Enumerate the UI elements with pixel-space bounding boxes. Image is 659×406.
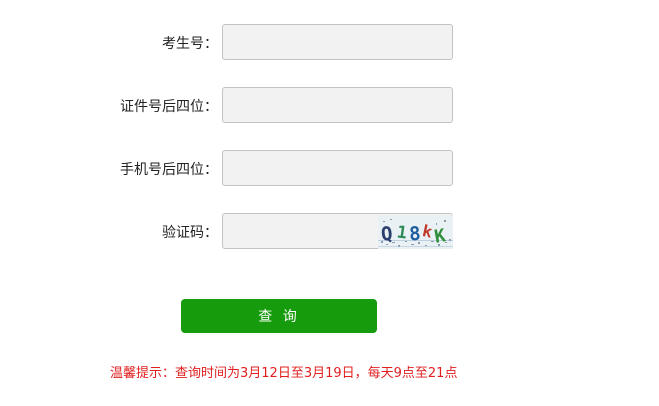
id-last-four-label: 证件号后四位：	[120, 99, 218, 115]
phone-last-four-label: 手机号后四位：	[120, 162, 218, 178]
phone-last-four-input[interactable]	[222, 150, 453, 186]
id-last-four-input[interactable]	[222, 87, 453, 123]
exam-number-input[interactable]	[222, 24, 453, 60]
captcha-label: 验证码：	[162, 225, 218, 241]
captcha-image[interactable]: Q 1 8 k K	[378, 215, 453, 249]
captcha-glyph-8: 8	[408, 223, 421, 246]
query-button[interactable]: 查 询	[181, 299, 377, 333]
captcha-glyph-q: Q	[380, 223, 394, 246]
warm-tip-text: 温馨提示：查询时间为3月12日至3月19日，每天9点至21点	[110, 366, 458, 381]
exam-number-label: 考生号：	[162, 36, 218, 52]
